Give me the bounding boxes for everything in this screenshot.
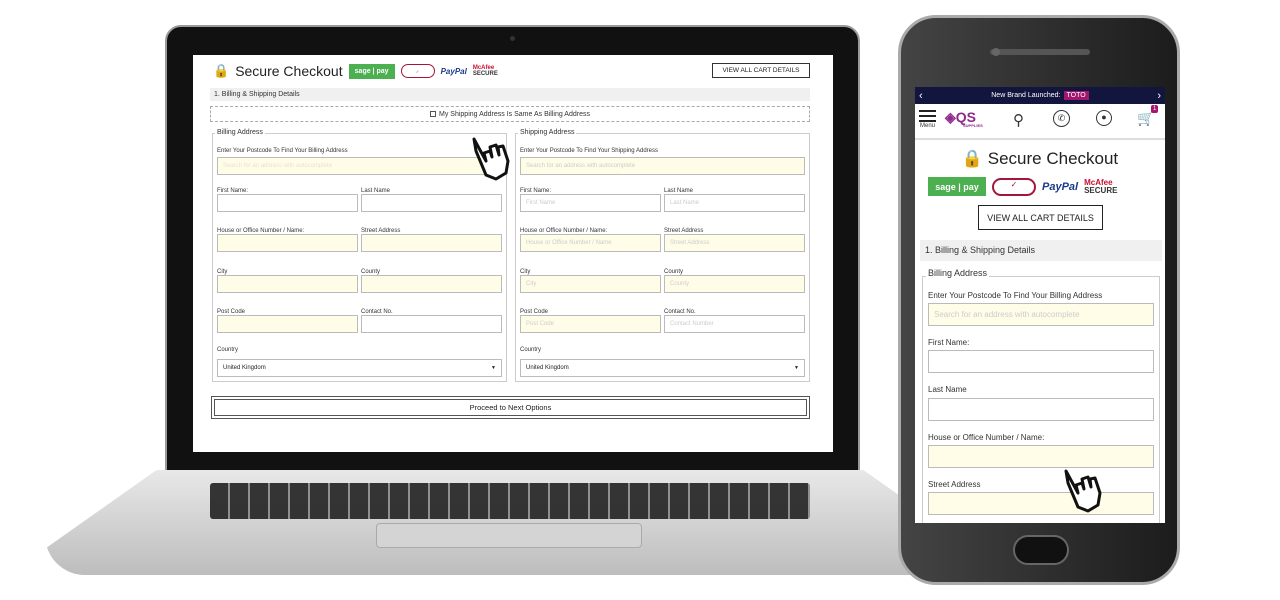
laptop-trackpad [376, 523, 642, 548]
billing-legend: Billing Address [215, 129, 265, 136]
hand-pointer-icon [1064, 469, 1102, 513]
house-input[interactable] [928, 445, 1154, 468]
mcafee-logo: McAfee SECURE [1084, 177, 1118, 195]
hand-pointer-icon [472, 137, 510, 181]
billing-last-input[interactable] [361, 194, 502, 212]
shipping-house-input[interactable]: House or Office Number / Name [520, 234, 661, 252]
billing-post-input[interactable] [217, 315, 358, 333]
first-name-label: First Name: [928, 338, 970, 347]
laptop-camera [510, 36, 515, 41]
shipping-city-input[interactable]: City [520, 275, 661, 293]
account-icon[interactable]: ● [1096, 110, 1112, 126]
last-name-input[interactable] [928, 398, 1154, 421]
section-header: 1. Billing & Shipping Details [210, 88, 810, 101]
view-cart-button[interactable]: VIEW ALL CART DETAILS [978, 205, 1103, 230]
view-cart-button[interactable]: VIEW ALL CART DETAILS [712, 63, 810, 78]
shipping-first-input[interactable]: First Name [520, 194, 661, 212]
phone-speaker [990, 49, 1090, 55]
announcement-banner: ‹ New Brand Launched: TOTO › [915, 87, 1165, 104]
laptop-screen: 🔒 Secure Checkout sage | pay ✓ PayPal Mc… [193, 55, 833, 452]
billing-contact-input[interactable] [361, 315, 502, 333]
phone-screen: ‹ New Brand Launched: TOTO › Menu ◈QS SUPP… [915, 87, 1165, 523]
lock-icon: 🔒 [961, 149, 984, 168]
mcafee-logo: McAfee SECURE [472, 65, 498, 77]
paypal-logo: PayPal [440, 66, 467, 76]
billing-first-input[interactable] [217, 194, 358, 212]
sagepay-logo: sage | pay [348, 63, 395, 79]
dropdown-arrow-icon: ▼ [794, 365, 799, 371]
verified-secured-logo: ✓ [400, 64, 435, 78]
cart-count-badge: 1 [1151, 105, 1159, 113]
billing-search-input[interactable]: Search for an address with autocomplete [928, 303, 1154, 326]
billing-country-select[interactable]: United Kingdom ▼ [217, 359, 502, 377]
mobile-header: Menu ◈QS SUPPLIES ⚲ ✆ ● 🛒 1 [915, 104, 1165, 140]
billing-city-input[interactable] [217, 275, 358, 293]
menu-button[interactable]: Menu [919, 109, 936, 129]
billing-search-input[interactable]: Search for an address with autocomplete [217, 157, 502, 175]
shipping-search-input[interactable]: Search for an address with autocomplete [520, 157, 805, 175]
brand-badge: TOTO [1063, 91, 1089, 100]
brand-logo[interactable]: ◈QS SUPPLIES [945, 110, 983, 128]
same-address-checkbox[interactable]: My Shipping Address Is Same As Billing A… [210, 106, 810, 122]
section-header: 1. Billing & Shipping Details [920, 240, 1162, 261]
house-label: House or Office Number / Name: [928, 433, 1045, 442]
dropdown-arrow-icon: ▼ [491, 365, 496, 371]
billing-postcode-label: Enter Your Postcode To Find Your Billing… [217, 148, 348, 154]
shipping-country-label: Country [520, 347, 542, 353]
search-icon[interactable]: ⚲ [1013, 111, 1024, 129]
paypal-logo: PayPal [1042, 180, 1079, 193]
last-name-label: Last Name [928, 385, 967, 394]
first-name-input[interactable] [928, 350, 1154, 373]
mobile-page-title: Secure Checkout [987, 149, 1119, 168]
sagepay-logo: sage | pay [928, 177, 986, 196]
laptop-keyboard [210, 483, 810, 519]
phone-camera [992, 48, 1000, 56]
billing-country-label: Country [217, 347, 239, 353]
verified-secured-logo: ✓ [992, 177, 1036, 196]
phone-icon[interactable]: ✆ [1053, 110, 1070, 127]
billing-county-input[interactable] [361, 275, 502, 293]
phone-home-button[interactable] [1013, 535, 1069, 565]
billing-legend: Billing Address [926, 268, 990, 278]
street-input[interactable] [928, 492, 1154, 515]
shipping-contact-input[interactable]: Contact Number [664, 315, 805, 333]
billing-postcode-label: Enter Your Postcode To Find Your Billing… [928, 291, 1103, 300]
chevron-left-icon[interactable]: ‹ [919, 90, 923, 102]
shipping-postcode-label: Enter Your Postcode To Find Your Shippin… [520, 148, 658, 154]
lock-icon: 🔒 [213, 63, 230, 78]
billing-street-input[interactable] [361, 234, 502, 252]
billing-house-input[interactable] [217, 234, 358, 252]
shipping-county-input[interactable]: County [664, 275, 805, 293]
chevron-right-icon[interactable]: › [1157, 90, 1161, 102]
page-title: Secure Checkout [235, 63, 343, 79]
proceed-button[interactable]: Proceed to Next Options [211, 396, 810, 419]
shipping-last-input[interactable]: Last Name [664, 194, 805, 212]
shipping-legend: Shipping Address [518, 129, 577, 136]
shipping-country-select[interactable]: United Kingdom ▼ [520, 359, 805, 377]
street-label: Street Address [928, 480, 981, 489]
shipping-post-input[interactable]: Post Code [520, 315, 661, 333]
shipping-street-input[interactable]: Street Address [664, 234, 805, 252]
